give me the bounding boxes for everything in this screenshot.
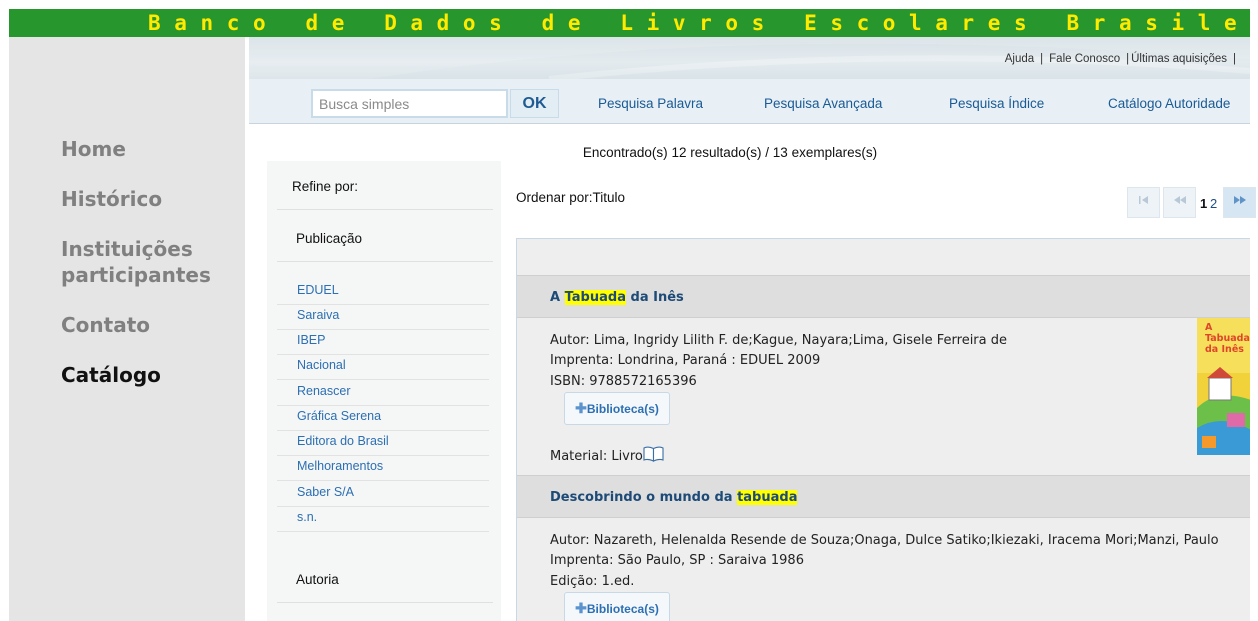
divider [277,455,489,456]
divider [277,304,489,305]
library-button[interactable]: ✚Biblioteca(s) [564,592,670,621]
nav-item-historico[interactable]: Histórico [61,186,162,212]
cover-title: A Tabuada da Inês [1205,322,1250,355]
library-button-label: Biblioteca(s) [586,402,659,416]
first-page-button[interactable] [1127,187,1160,218]
facet-heading-publicacao[interactable]: Publicação [296,231,362,246]
facet-item-nacional[interactable]: Nacional [297,358,346,372]
divider [277,261,493,262]
facet-item-melhoramentos[interactable]: Melhoramentos [297,459,383,473]
result-header: A Tabuada da Inês [517,275,1250,318]
divider [277,531,489,532]
results-suffix: exemplares(s) [791,145,878,160]
next-page-button[interactable] [1223,187,1256,218]
acquisitions-link[interactable]: Últimas aquisições [1131,53,1227,65]
library-button-label: Biblioteca(s) [586,602,659,616]
contact-link[interactable]: Fale Conosco [1049,53,1120,65]
result-title-link[interactable]: A Tabuada da Inês [550,290,684,305]
results-prefix: Encontrado(s) [582,145,668,160]
refine-panel: Refine por: Publicação EDUEL Saraiva IBE… [267,161,501,621]
search-bar: OK Pesquisa Palavra Pesquisa Avançada Pe… [249,79,1250,124]
page-number-1[interactable]: 1 [1200,196,1207,211]
first-page-icon [1138,196,1148,204]
facet-item-renascer[interactable]: Renascer [297,384,351,398]
site-title-bar: Banco de Dados de Livros Escolares Brasi… [9,9,1250,37]
title-text: A [550,290,565,305]
result-author: Autor: Lima, Ingridy Lilith F. de;Kague,… [550,333,1007,348]
top-links: Ajuda | Fale Conosco | Últimas aquisições | [1005,53,1242,65]
results-mid: resultado(s) / [690,145,770,160]
result-title-link[interactable]: Descobrindo o mundo da tabuada [550,490,798,505]
facet-item-sn[interactable]: s.n. [297,510,317,524]
divider [277,602,493,603]
facet-item-saraiva[interactable]: Saraiva [297,308,339,322]
menu-pesquisa-indice[interactable]: Pesquisa Índice [949,96,1044,111]
result-imprint: Imprenta: Londrina, Paraná : EDUEL 2009 [550,353,821,368]
nav-item-contato[interactable]: Contato [61,312,150,338]
divider [277,209,493,210]
plus-icon: ✚ [575,400,587,416]
facet-item-saber[interactable]: Saber S/A [297,485,354,499]
divider [277,430,489,431]
nav-item-home[interactable]: Home [61,136,126,162]
top-links-bar: Ajuda | Fale Conosco | Últimas aquisições | [249,37,1250,79]
search-input[interactable] [311,89,508,118]
facet-item-ibep[interactable]: IBEP [297,333,326,347]
result-edition: Edição: 1.ed. [550,574,635,589]
page: Banco de Dados de Livros Escolares Brasi… [0,0,1258,621]
book-icon [643,446,664,462]
result-author: Autor: Nazareth, Helenalda Resende de So… [550,533,1219,548]
page-number-2[interactable]: 2 [1210,196,1217,211]
title-text: da Inês [625,290,684,305]
facet-item-editora-do-brasil[interactable]: Editora do Brasil [297,434,389,448]
facet-item-grafica-serena[interactable]: Gráfica Serena [297,409,381,423]
divider [277,405,489,406]
divider [277,480,489,481]
prev-page-button[interactable] [1163,187,1196,218]
menu-pesquisa-avancada[interactable]: Pesquisa Avançada [764,96,882,111]
result-header: Descobrindo o mundo da tabuada [517,475,1250,518]
plus-icon: ✚ [575,600,587,616]
title-text: Descobrindo o mundo da [550,490,738,505]
results-list: A Tabuada da Inês Autor: Lima, Ingridy L… [516,238,1250,621]
menu-pesquisa-palavra[interactable]: Pesquisa Palavra [598,96,703,111]
divider [277,329,489,330]
material-label: Material: Livro [550,449,643,464]
next-page-icon [1233,196,1246,204]
prev-page-icon [1173,196,1186,204]
refine-title: Refine por: [292,179,359,194]
result-material: Material: Livro [550,446,664,464]
help-link[interactable]: Ajuda [1005,53,1034,65]
title-highlight: tabuada [737,490,798,505]
site-title: Banco de Dados de Livros Escolares Brasi… [148,11,1250,35]
facet-item-eduel[interactable]: EDUEL [297,283,339,297]
separator: | [1233,53,1236,65]
copies-count-number: 13 [772,145,788,160]
library-button[interactable]: ✚Biblioteca(s) [564,392,670,425]
menu-catalogo-autoridade[interactable]: Catálogo Autoridade [1108,96,1230,111]
book-cover-image[interactable]: A Tabuada da Inês [1197,318,1250,455]
facet-heading-autoria[interactable]: Autoria [296,572,339,587]
result-isbn: ISBN: 9788572165396 [550,374,697,389]
title-highlight: Tabuada [564,290,626,305]
nav-item-instituicoes[interactable]: Instituições participantes [61,236,231,288]
separator: | [1126,53,1130,65]
left-navigation: Home Histórico Instituições participante… [9,37,245,621]
divider [277,354,489,355]
results-count-number: 12 [671,145,687,160]
sort-label[interactable]: Ordenar por:Titulo [516,190,625,205]
results-count: Encontrado(s) 12 resultado(s) / 13 exemp… [501,145,959,160]
nav-item-catalogo[interactable]: Catálogo [61,362,161,388]
separator: | [1040,53,1044,65]
result-imprint: Imprenta: São Paulo, SP : Saraiva 1986 [550,553,804,568]
divider [277,379,489,380]
search-ok-button[interactable]: OK [510,89,559,118]
divider [277,506,489,507]
